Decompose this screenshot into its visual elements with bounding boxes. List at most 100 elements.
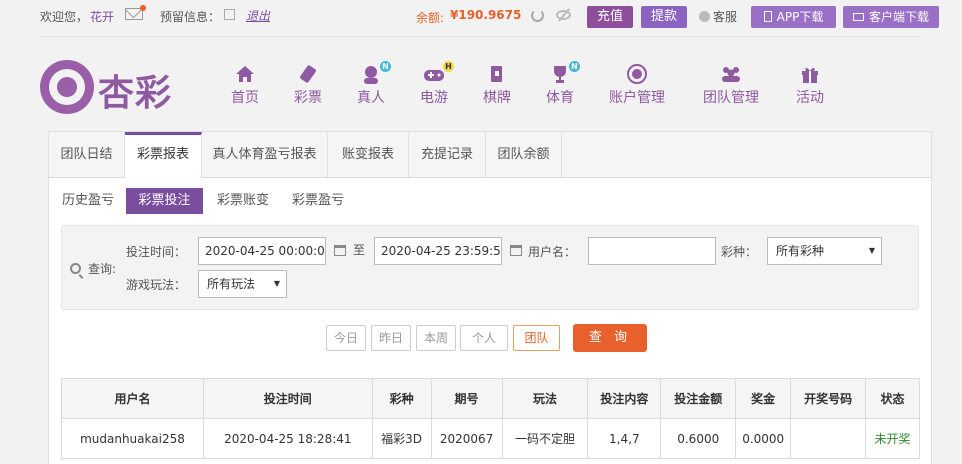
start-time-input[interactable]: 2020-04-25 00:00:00 bbox=[198, 237, 326, 265]
cell-username: mudanhuakai258 bbox=[61, 418, 204, 459]
column-header: 期号 bbox=[430, 378, 503, 419]
notice-label: 预留信息： bbox=[160, 10, 221, 24]
app-download-button[interactable]: APP下载 bbox=[751, 6, 836, 28]
bet-time-label: 投注时间： bbox=[126, 245, 187, 259]
home-icon bbox=[236, 66, 254, 82]
column-header: 状态 bbox=[865, 378, 920, 419]
withdraw-button[interactable]: 提款 bbox=[641, 6, 687, 28]
divider bbox=[40, 36, 920, 37]
yesterday-button[interactable]: 昨日 bbox=[371, 325, 411, 351]
tab-deposit-withdraw[interactable]: 充提记录 bbox=[409, 132, 486, 178]
nav-promotions[interactable]: 活动 bbox=[796, 64, 824, 107]
cell-issue: 2020067 bbox=[430, 418, 503, 459]
live-dealer-icon bbox=[364, 66, 378, 84]
edit-icon[interactable] bbox=[224, 9, 235, 20]
welcome-text: 欢迎您， 花开 bbox=[40, 10, 115, 24]
refresh-icon[interactable] bbox=[531, 9, 544, 22]
today-button[interactable]: 今日 bbox=[326, 325, 366, 351]
column-header: 开奖号码 bbox=[790, 378, 867, 419]
column-header: 投注内容 bbox=[587, 378, 662, 419]
cell-bet-time: 2020-04-25 18:28:41 bbox=[202, 418, 373, 459]
top-bar: 欢迎您， 花开 预留信息： 退出 余额: ¥190.9675 充值 提款 客服 A… bbox=[0, 0, 962, 34]
query-label: 查询: bbox=[88, 262, 117, 276]
logo-text: 杏彩 bbox=[98, 72, 173, 114]
tab-lottery-report[interactable]: 彩票报表 bbox=[125, 132, 202, 179]
table-header-row: 用户名 投注时间 彩种 期号 玩法 投注内容 投注金额 奖金 开奖号码 状态 bbox=[61, 378, 920, 419]
monitor-icon bbox=[852, 13, 864, 21]
column-header: 用户名 bbox=[61, 378, 204, 419]
calendar-icon[interactable] bbox=[334, 245, 346, 256]
column-header: 投注时间 bbox=[202, 378, 373, 419]
cards-icon bbox=[491, 66, 502, 82]
cell-content: 1,4,7 bbox=[587, 418, 662, 459]
logout-link[interactable]: 退出 bbox=[246, 7, 270, 24]
play-type-label: 游戏玩法： bbox=[126, 278, 187, 292]
lottery-icon bbox=[300, 65, 316, 83]
tab-team-daily[interactable]: 团队日结 bbox=[49, 132, 125, 178]
cell-draw-number bbox=[790, 418, 867, 459]
tab-account-change[interactable]: 账变报表 bbox=[328, 132, 409, 178]
cell-amount: 0.6000 bbox=[660, 418, 737, 459]
report-panel: 团队日结 彩票报表 真人体育盈亏报表 账变报表 充提记录 团队余额 历史盈亏 彩… bbox=[48, 131, 932, 464]
play-type-select[interactable]: 所有玩法 ▼ bbox=[198, 270, 287, 298]
customer-service-link[interactable]: 客服 bbox=[699, 8, 737, 25]
to-label: 至 bbox=[353, 243, 366, 257]
username-label: 用户名： bbox=[528, 245, 577, 259]
gamepad-icon bbox=[424, 70, 444, 81]
new-badge: N bbox=[380, 61, 391, 72]
new-badge: N bbox=[569, 61, 580, 72]
unread-dot bbox=[140, 5, 146, 11]
recharge-button[interactable]: 充值 bbox=[587, 6, 633, 28]
query-filter: 查询: 投注时间： 2020-04-25 00:00:00 至 2020-04-… bbox=[61, 225, 919, 310]
account-icon bbox=[627, 64, 647, 84]
username: 花开 bbox=[90, 10, 115, 24]
subtab-lottery-account-change[interactable]: 彩票账变 bbox=[208, 188, 278, 214]
cell-play: 一码不定胆 bbox=[501, 418, 589, 459]
nav-home[interactable]: 首页 bbox=[231, 64, 259, 107]
nav-chess-cards[interactable]: 棋牌 bbox=[483, 64, 511, 107]
tab-live-sports-report[interactable]: 真人体育盈亏报表 bbox=[202, 132, 328, 178]
nav-lottery[interactable]: 彩票 bbox=[294, 64, 322, 107]
cell-prize: 0.0000 bbox=[735, 418, 792, 459]
nav-egames[interactable]: H 电游 bbox=[420, 61, 454, 107]
subtab-lottery-bets[interactable]: 彩票投注 bbox=[126, 188, 203, 214]
subtab-history-pnl[interactable]: 历史盈亏 bbox=[55, 188, 121, 214]
report-tabs: 团队日结 彩票报表 真人体育盈亏报表 账变报表 充提记录 团队余额 bbox=[49, 132, 931, 179]
client-download-button[interactable]: 客户端下载 bbox=[843, 6, 939, 28]
cell-lottery: 福彩3D bbox=[371, 418, 432, 459]
nav-account-management[interactable]: 账户管理 bbox=[609, 64, 665, 107]
this-week-button[interactable]: 本周 bbox=[416, 325, 456, 351]
trophy-icon bbox=[554, 66, 566, 83]
table-row[interactable]: mudanhuakai258 2020-04-25 18:28:41 福彩3D … bbox=[61, 418, 920, 459]
logo[interactable]: 杏彩 bbox=[40, 58, 180, 116]
nav-sports[interactable]: N 体育 bbox=[546, 61, 580, 107]
end-time-input[interactable]: 2020-04-25 23:59:59 bbox=[374, 237, 502, 265]
logo-emblem-icon bbox=[40, 60, 94, 114]
lottery-type-select[interactable]: 所有彩种 ▼ bbox=[767, 237, 882, 265]
query-button[interactable]: 查 询 bbox=[573, 324, 647, 352]
balance-label: 余额: bbox=[416, 11, 445, 25]
hot-badge: H bbox=[443, 61, 454, 72]
nav-team-management[interactable]: 团队管理 bbox=[703, 64, 759, 107]
column-header: 奖金 bbox=[735, 378, 792, 419]
hide-balance-icon[interactable] bbox=[556, 10, 571, 20]
nav-live[interactable]: N 真人 bbox=[357, 61, 391, 107]
personal-button[interactable]: 个人 bbox=[460, 325, 508, 351]
username-input[interactable] bbox=[588, 237, 716, 265]
column-header: 彩种 bbox=[371, 378, 432, 419]
column-header: 投注金额 bbox=[660, 378, 737, 419]
bet-records-table: 用户名 投注时间 彩种 期号 玩法 投注内容 投注金额 奖金 开奖号码 状态 m… bbox=[61, 378, 920, 459]
column-header: 玩法 bbox=[501, 378, 589, 419]
chevron-down-icon: ▼ bbox=[868, 246, 875, 255]
tab-team-balance[interactable]: 团队余额 bbox=[486, 132, 562, 178]
team-button[interactable]: 团队 bbox=[513, 325, 560, 351]
chevron-down-icon: ▼ bbox=[273, 279, 280, 288]
team-icon bbox=[722, 67, 740, 82]
calendar-icon[interactable] bbox=[510, 245, 522, 256]
service-icon bbox=[699, 11, 710, 22]
gift-icon bbox=[802, 67, 818, 83]
balance-value: ¥190.9675 bbox=[450, 8, 522, 22]
subtab-lottery-pnl[interactable]: 彩票盈亏 bbox=[283, 188, 353, 214]
search-icon bbox=[70, 263, 81, 274]
lottery-type-label: 彩种： bbox=[721, 245, 758, 259]
